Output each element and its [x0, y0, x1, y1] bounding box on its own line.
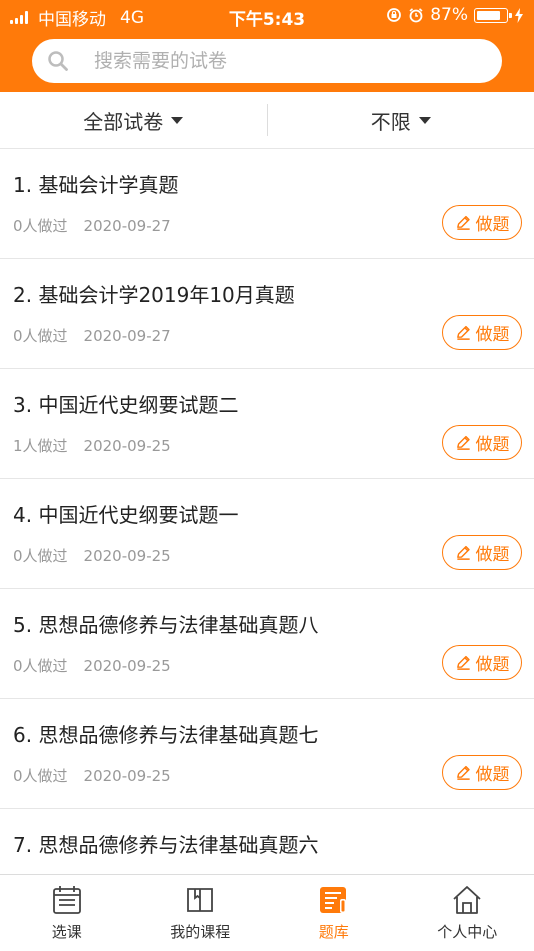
filter-exam-type-label: 全部试卷 [83, 106, 163, 135]
status-bar: 中国移动 4G 下午5:43 87% [0, 0, 534, 30]
filter-limit-label: 不限 [371, 106, 411, 135]
battery-icon [474, 8, 508, 23]
exam-meta: 0人做过 2020-09-27 [13, 325, 171, 346]
search-box[interactable] [32, 39, 502, 83]
tab-question-bank[interactable]: 题库 [267, 875, 401, 951]
done-count: 0人做过 [13, 217, 68, 235]
tab-select-course[interactable]: 选课 [0, 875, 134, 951]
do-exam-label: 做题 [476, 650, 510, 675]
search-header [0, 30, 534, 92]
exam-date: 2020-09-25 [84, 437, 171, 455]
exam-item[interactable]: 6. 思想品德修养与法律基础真题七 0人做过 2020-09-25 做题 [0, 699, 534, 809]
tab-label: 题库 [319, 921, 349, 942]
pencil-icon [455, 214, 472, 231]
do-exam-button[interactable]: 做题 [442, 755, 522, 790]
question-bank-icon [317, 883, 351, 917]
filter-limit[interactable]: 不限 [268, 106, 534, 135]
pencil-icon [455, 324, 472, 341]
exam-title: 1. 基础会计学真题 [13, 169, 178, 198]
charging-icon [514, 8, 524, 23]
exam-title: 2. 基础会计学2019年10月真题 [13, 279, 295, 308]
home-icon [450, 883, 484, 917]
search-icon [46, 49, 70, 73]
do-exam-button[interactable]: 做题 [442, 645, 522, 680]
exam-title: 7. 思想品德修养与法律基础真题六 [13, 829, 318, 858]
status-right: 87% [386, 5, 524, 25]
exam-title: 5. 思想品德修养与法律基础真题八 [13, 609, 318, 638]
caret-down-icon [171, 117, 183, 124]
search-input[interactable] [92, 49, 456, 73]
caret-down-icon [419, 117, 431, 124]
exam-meta: 1人做过 2020-09-25 [13, 435, 171, 456]
done-count: 0人做过 [13, 547, 68, 565]
exam-title: 4. 中国近代史纲要试题一 [13, 499, 238, 528]
do-exam-label: 做题 [476, 210, 510, 235]
exam-item[interactable]: 3. 中国近代史纲要试题二 1人做过 2020-09-25 做题 [0, 369, 534, 479]
filter-exam-type[interactable]: 全部试卷 [0, 106, 267, 135]
rotation-lock-icon [386, 7, 402, 23]
exam-date: 2020-09-25 [84, 657, 171, 675]
pencil-icon [455, 764, 472, 781]
exam-date: 2020-09-25 [84, 547, 171, 565]
alarm-icon [408, 7, 424, 23]
do-exam-label: 做题 [476, 320, 510, 345]
do-exam-button[interactable]: 做题 [442, 315, 522, 350]
tab-label: 个人中心 [437, 921, 497, 942]
calendar-icon [50, 883, 84, 917]
done-count: 0人做过 [13, 327, 68, 345]
exam-date: 2020-09-25 [84, 767, 171, 785]
exam-item[interactable]: 5. 思想品德修养与法律基础真题八 0人做过 2020-09-25 做题 [0, 589, 534, 699]
exam-item[interactable]: 4. 中国近代史纲要试题一 0人做过 2020-09-25 做题 [0, 479, 534, 589]
exam-item[interactable]: 7. 思想品德修养与法律基础真题六 [0, 809, 534, 874]
do-exam-label: 做题 [476, 760, 510, 785]
exam-meta: 0人做过 2020-09-25 [13, 545, 171, 566]
tab-label: 选课 [52, 921, 82, 942]
exam-item[interactable]: 2. 基础会计学2019年10月真题 0人做过 2020-09-27 做题 [0, 259, 534, 369]
filter-bar: 全部试卷 不限 [0, 92, 534, 149]
tab-label: 我的课程 [170, 921, 230, 942]
do-exam-button[interactable]: 做题 [442, 425, 522, 460]
book-icon [183, 883, 217, 917]
do-exam-label: 做题 [476, 540, 510, 565]
tab-my-courses[interactable]: 我的课程 [134, 875, 268, 951]
pencil-icon [455, 654, 472, 671]
exam-meta: 0人做过 2020-09-25 [13, 765, 171, 786]
exam-meta: 0人做过 2020-09-25 [13, 655, 171, 676]
battery-percent: 87% [430, 5, 468, 25]
do-exam-button[interactable]: 做题 [442, 535, 522, 570]
do-exam-button[interactable]: 做题 [442, 205, 522, 240]
done-count: 0人做过 [13, 657, 68, 675]
exam-meta: 0人做过 2020-09-27 [13, 215, 171, 236]
pencil-icon [455, 544, 472, 561]
exam-title: 6. 思想品德修养与法律基础真题七 [13, 719, 318, 748]
exam-date: 2020-09-27 [84, 217, 171, 235]
tab-bar: 选课 我的课程 题库 个人中心 [0, 874, 534, 951]
do-exam-label: 做题 [476, 430, 510, 455]
pencil-icon [455, 434, 472, 451]
tab-personal-center[interactable]: 个人中心 [401, 875, 534, 951]
exam-list[interactable]: 1. 基础会计学真题 0人做过 2020-09-27 做题 2. 基础会计学201… [0, 149, 534, 874]
exam-date: 2020-09-27 [84, 327, 171, 345]
done-count: 0人做过 [13, 767, 68, 785]
done-count: 1人做过 [13, 437, 68, 455]
exam-item[interactable]: 1. 基础会计学真题 0人做过 2020-09-27 做题 [0, 149, 534, 259]
exam-title: 3. 中国近代史纲要试题二 [13, 389, 238, 418]
